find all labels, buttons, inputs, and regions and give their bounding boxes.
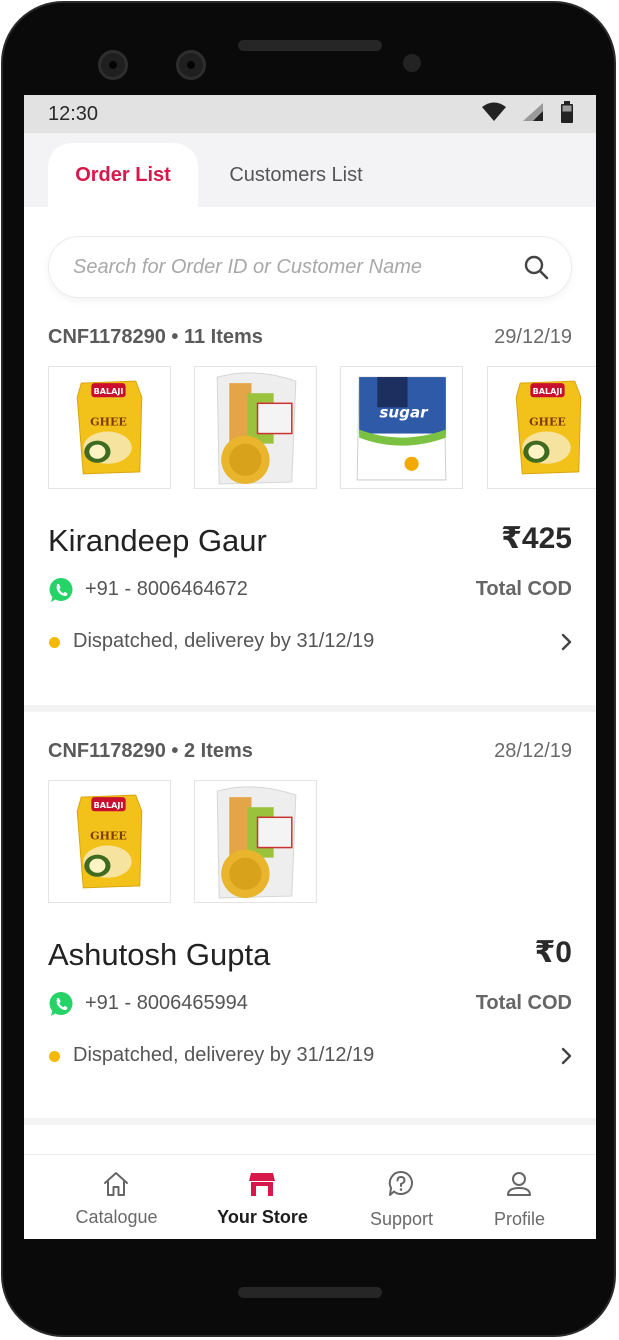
chevron-right-icon[interactable] [560, 632, 574, 652]
bottom-navigation: Catalogue Your Store Support Profile [24, 1154, 596, 1239]
product-thumbnails [48, 780, 596, 904]
customer-name: Kirandeep Gaur [48, 523, 267, 558]
customer-phone[interactable]: +91 - 8006465994 [85, 992, 248, 1015]
product-thumbnail[interactable] [194, 366, 317, 489]
product-thumbnail[interactable] [487, 366, 596, 489]
help-icon [388, 1170, 413, 1196]
chevron-right-icon[interactable] [560, 1046, 574, 1066]
ghee-pack-icon [49, 781, 170, 902]
nav-label: Catalogue [75, 1207, 158, 1227]
search-input[interactable] [73, 237, 503, 297]
order-amount: ₹0 [534, 936, 572, 969]
bottom-speaker [238, 1287, 382, 1298]
ghee-pack-icon [49, 367, 170, 488]
sugar-pack-icon [341, 367, 462, 488]
order-card[interactable]: CNF1178290 • 11 Items 29/12/19 Kirandeep… [24, 326, 596, 686]
tab-customers-list[interactable]: Customers List [206, 143, 386, 207]
whatsapp-icon[interactable] [48, 577, 74, 603]
store-icon [249, 1173, 275, 1196]
product-thumbnail[interactable] [48, 780, 171, 903]
status-time: 12:30 [48, 103, 99, 125]
user-icon [507, 1172, 531, 1196]
order-list-content: CNF1178290 • 11 Items 29/12/19 [24, 207, 596, 1154]
order-id: CNF1178290 • 11 Items [48, 326, 263, 348]
customer-phone[interactable]: +91 - 8006464672 [85, 578, 248, 601]
front-camera-icon [176, 50, 206, 80]
payment-type: Total COD [475, 992, 572, 1014]
order-header: CNF1178290 • 11 Items 29/12/19 [48, 326, 572, 354]
tab-bar: Order List Customers List [24, 133, 596, 207]
order-date: 28/12/19 [494, 740, 572, 762]
nav-profile[interactable]: Profile [448, 1155, 591, 1239]
order-status: Dispatched, deliverey by 31/12/19 [73, 630, 375, 652]
order-id: CNF1178290 • 2 Items [48, 740, 253, 762]
status-dot [49, 637, 60, 648]
earpiece-speaker [238, 40, 382, 51]
home-icon [104, 1172, 128, 1196]
search-bar [48, 236, 572, 298]
status-bar: 12:30 [24, 95, 596, 133]
order-date: 29/12/19 [494, 326, 572, 348]
product-thumbnail[interactable] [340, 366, 463, 489]
front-camera-icon [98, 50, 128, 80]
wifi-icon [482, 102, 506, 127]
app-screen: 12:30 Order List Customers List Search f… [24, 95, 596, 1239]
search-icon[interactable] [523, 254, 549, 280]
nav-your-store[interactable]: Your Store [191, 1155, 334, 1239]
payment-type: Total COD [475, 578, 572, 600]
section-divider [24, 1118, 596, 1125]
phone-frame: 12:30 Order List Customers List Search f… [0, 0, 619, 1340]
customer-name: Ashutosh Gupta [48, 937, 271, 972]
proximity-sensor [403, 54, 421, 72]
nav-label: Profile [493, 1209, 546, 1229]
ghee-pack-icon [488, 367, 596, 488]
product-thumbnails [48, 366, 596, 490]
order-amount: ₹425 [501, 522, 572, 555]
nav-label: Your Store [217, 1207, 308, 1227]
nav-catalogue[interactable]: Catalogue [45, 1155, 188, 1239]
battery-icon [560, 101, 574, 128]
section-divider [24, 705, 596, 712]
tab-order-list[interactable]: Order List [48, 143, 198, 207]
signal-icon [522, 102, 544, 127]
order-status: Dispatched, deliverey by 31/12/19 [73, 1044, 375, 1066]
status-icons [482, 101, 574, 128]
grocery-bag-icon [195, 367, 316, 488]
order-card[interactable]: CNF1178290 • 2 Items 28/12/19 Ashutosh G… [24, 740, 596, 1100]
whatsapp-icon[interactable] [48, 991, 74, 1017]
product-thumbnail[interactable] [194, 780, 317, 903]
grocery-bag-icon [195, 781, 316, 902]
product-thumbnail[interactable] [48, 366, 171, 489]
status-dot [49, 1051, 60, 1062]
order-header: CNF1178290 • 2 Items 28/12/19 [48, 740, 572, 768]
